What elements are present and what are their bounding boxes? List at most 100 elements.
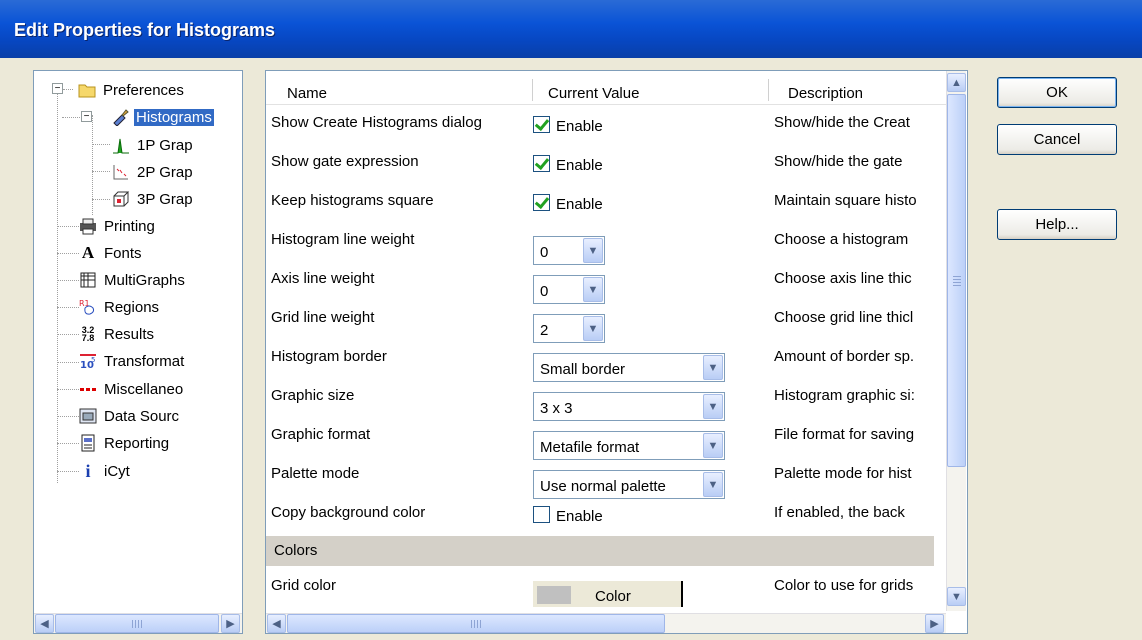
- chevron-down-icon[interactable]: ▼: [703, 433, 723, 458]
- value-dropdown[interactable]: 0 ▼: [533, 236, 605, 265]
- reporting-icon: [79, 434, 97, 452]
- enable-checkbox[interactable]: [533, 506, 550, 523]
- cancel-button[interactable]: Cancel: [997, 124, 1117, 155]
- scroll-up-button[interactable]: ▲: [947, 73, 966, 92]
- property-name: Copy background color: [271, 504, 426, 521]
- scroll-left-button[interactable]: ◀: [267, 614, 286, 633]
- scroll-thumb[interactable]: [287, 614, 665, 633]
- property-name: Histogram line weight: [271, 231, 415, 248]
- property-row[interactable]: Copy background color Enable If enabled, t…: [266, 498, 934, 536]
- tree-item-fonts[interactable]: A Fonts: [79, 242, 144, 264]
- color-picker-button[interactable]: Color: [533, 581, 683, 607]
- property-row[interactable]: Axis line weight 0 ▼ Choose axis line thic: [266, 264, 934, 304]
- property-row[interactable]: Grid line weight 2 ▼ Choose grid line thicl: [266, 303, 934, 343]
- transform-icon: 10 5: [79, 352, 97, 370]
- column-header-description[interactable]: Description: [788, 71, 863, 105]
- property-row[interactable]: Palette mode Use normal palette ▼ Palette m…: [266, 459, 934, 499]
- enable-checkbox[interactable]: [533, 194, 550, 211]
- dropdown-value: Use normal palette: [540, 478, 666, 495]
- property-row[interactable]: Graphic size 3 x 3 ▼ Histogram graphic si:: [266, 381, 934, 421]
- scroll-thumb[interactable]: [947, 94, 966, 467]
- preferences-tree[interactable]: − − Preferences Histograms 1P Grap 2P Gr…: [33, 70, 243, 634]
- dropdown-value: 0: [540, 283, 549, 300]
- enable-checkbox[interactable]: [533, 116, 550, 133]
- tree-item-label: Regions: [104, 298, 160, 316]
- scroll-thumb[interactable]: [55, 614, 219, 633]
- tree-item-label: 3P Grap: [137, 190, 193, 208]
- tree-item-1p-graph[interactable]: 1P Grap: [112, 134, 195, 156]
- enable-checkbox[interactable]: [533, 155, 550, 172]
- results-icon: 3.2 7.8: [81, 325, 95, 343]
- color-button-label: Color: [595, 588, 631, 605]
- property-row-grid-color[interactable]: Grid color Color Color to use for grids: [266, 571, 934, 609]
- property-name: Graphic size: [271, 387, 355, 404]
- value-dropdown[interactable]: 0 ▼: [533, 275, 605, 304]
- property-name: Histogram border: [271, 348, 387, 365]
- tree-item-printing[interactable]: Printing: [79, 215, 157, 237]
- chevron-down-icon[interactable]: ▼: [583, 277, 603, 302]
- value-dropdown[interactable]: Metafile format ▼: [533, 431, 725, 460]
- svg-text:R1: R1: [79, 299, 90, 308]
- tree-item-label: Preferences: [103, 81, 184, 99]
- tree-item-regions[interactable]: R1 Regions: [79, 296, 161, 318]
- grid-horizontal-scrollbar[interactable]: ◀ ▶: [266, 613, 946, 633]
- tree-item-icyt[interactable]: i iCyt: [79, 460, 132, 482]
- printer-icon: [79, 217, 97, 235]
- chevron-down-icon[interactable]: ▼: [583, 238, 603, 263]
- tree-item-transformations[interactable]: 10 5 Transformat: [79, 350, 186, 372]
- folder-icon: [78, 81, 96, 99]
- value-dropdown[interactable]: Use normal palette ▼: [533, 470, 725, 499]
- tree-item-results[interactable]: 3.2 7.8 Results: [79, 323, 156, 345]
- tree-item-label: Fonts: [104, 244, 142, 262]
- chevron-down-icon[interactable]: ▼: [703, 472, 723, 497]
- data-source-icon: [79, 407, 97, 425]
- property-row[interactable]: Show gate expression Enable Show/hide the …: [266, 147, 934, 185]
- chevron-down-icon[interactable]: ▼: [703, 394, 723, 419]
- multigraph-icon: [79, 271, 97, 289]
- value-dropdown[interactable]: 3 x 3 ▼: [533, 392, 725, 421]
- property-row[interactable]: Keep histograms square Enable Maintain squ…: [266, 186, 934, 224]
- property-row[interactable]: Histogram line weight 0 ▼ Choose a histogra…: [266, 225, 934, 265]
- tree-item-label: Transformat: [104, 352, 185, 370]
- tree-item-3p-graph[interactable]: 3P Grap: [112, 188, 195, 210]
- tree-item-histograms[interactable]: Histograms: [111, 106, 214, 128]
- tree-item-label: 1P Grap: [137, 136, 193, 154]
- value-dropdown[interactable]: Small border ▼: [533, 353, 725, 382]
- tree-item-reporting[interactable]: Reporting: [79, 432, 171, 454]
- window-title: Edit Properties for Histograms: [14, 20, 276, 40]
- property-description: Show/hide the gate: [774, 153, 903, 170]
- property-grid[interactable]: Name Current Value Description Show Crea…: [265, 70, 968, 634]
- property-row[interactable]: Histogram border Small border ▼ Amount of b…: [266, 342, 934, 382]
- tree-item-data-sources[interactable]: Data Sourc: [79, 405, 181, 427]
- tree-item-label: Miscellaneo: [104, 380, 184, 398]
- collapse-histograms-toggle[interactable]: −: [81, 111, 92, 122]
- tree-item-2p-graph[interactable]: 2P Grap: [112, 161, 195, 183]
- property-row[interactable]: Show Create Histograms dialog Enable Show/…: [266, 108, 934, 146]
- help-button[interactable]: Help...: [997, 209, 1117, 240]
- collapse-preferences-toggle[interactable]: −: [52, 83, 63, 94]
- tree-item-multigraphs[interactable]: MultiGraphs: [79, 269, 187, 291]
- cancel-button-label: Cancel: [1033, 131, 1081, 148]
- color-swatch: [537, 586, 571, 604]
- section-header-colors[interactable]: Colors: [266, 536, 934, 566]
- dropdown-value: Metafile format: [540, 439, 640, 456]
- column-header-name[interactable]: Name: [287, 71, 327, 105]
- column-header-current-value[interactable]: Current Value: [548, 71, 639, 105]
- tree-item-preferences[interactable]: Preferences: [78, 79, 186, 101]
- tree-item-miscellaneous[interactable]: Miscellaneo: [79, 378, 185, 400]
- grid-vertical-scrollbar[interactable]: ▲ ▼: [946, 71, 966, 611]
- help-button-label: Help...: [1035, 216, 1079, 233]
- scroll-right-button[interactable]: ▶: [221, 614, 240, 633]
- scroll-down-button[interactable]: ▼: [947, 587, 966, 606]
- property-row[interactable]: Graphic format Metafile format ▼ File forma…: [266, 420, 934, 460]
- checkbox-label: Enable: [556, 196, 603, 213]
- scroll-left-button[interactable]: ◀: [35, 614, 54, 633]
- chevron-down-icon[interactable]: ▼: [583, 316, 603, 341]
- chevron-down-icon[interactable]: ▼: [703, 355, 723, 380]
- tree-horizontal-scrollbar[interactable]: ◀ ▶: [34, 613, 242, 633]
- tree-item-label: 2P Grap: [137, 163, 193, 181]
- scroll-right-button[interactable]: ▶: [925, 614, 944, 633]
- value-dropdown[interactable]: 2 ▼: [533, 314, 605, 343]
- dropdown-value: Small border: [540, 361, 626, 378]
- ok-button[interactable]: OK: [997, 77, 1117, 108]
